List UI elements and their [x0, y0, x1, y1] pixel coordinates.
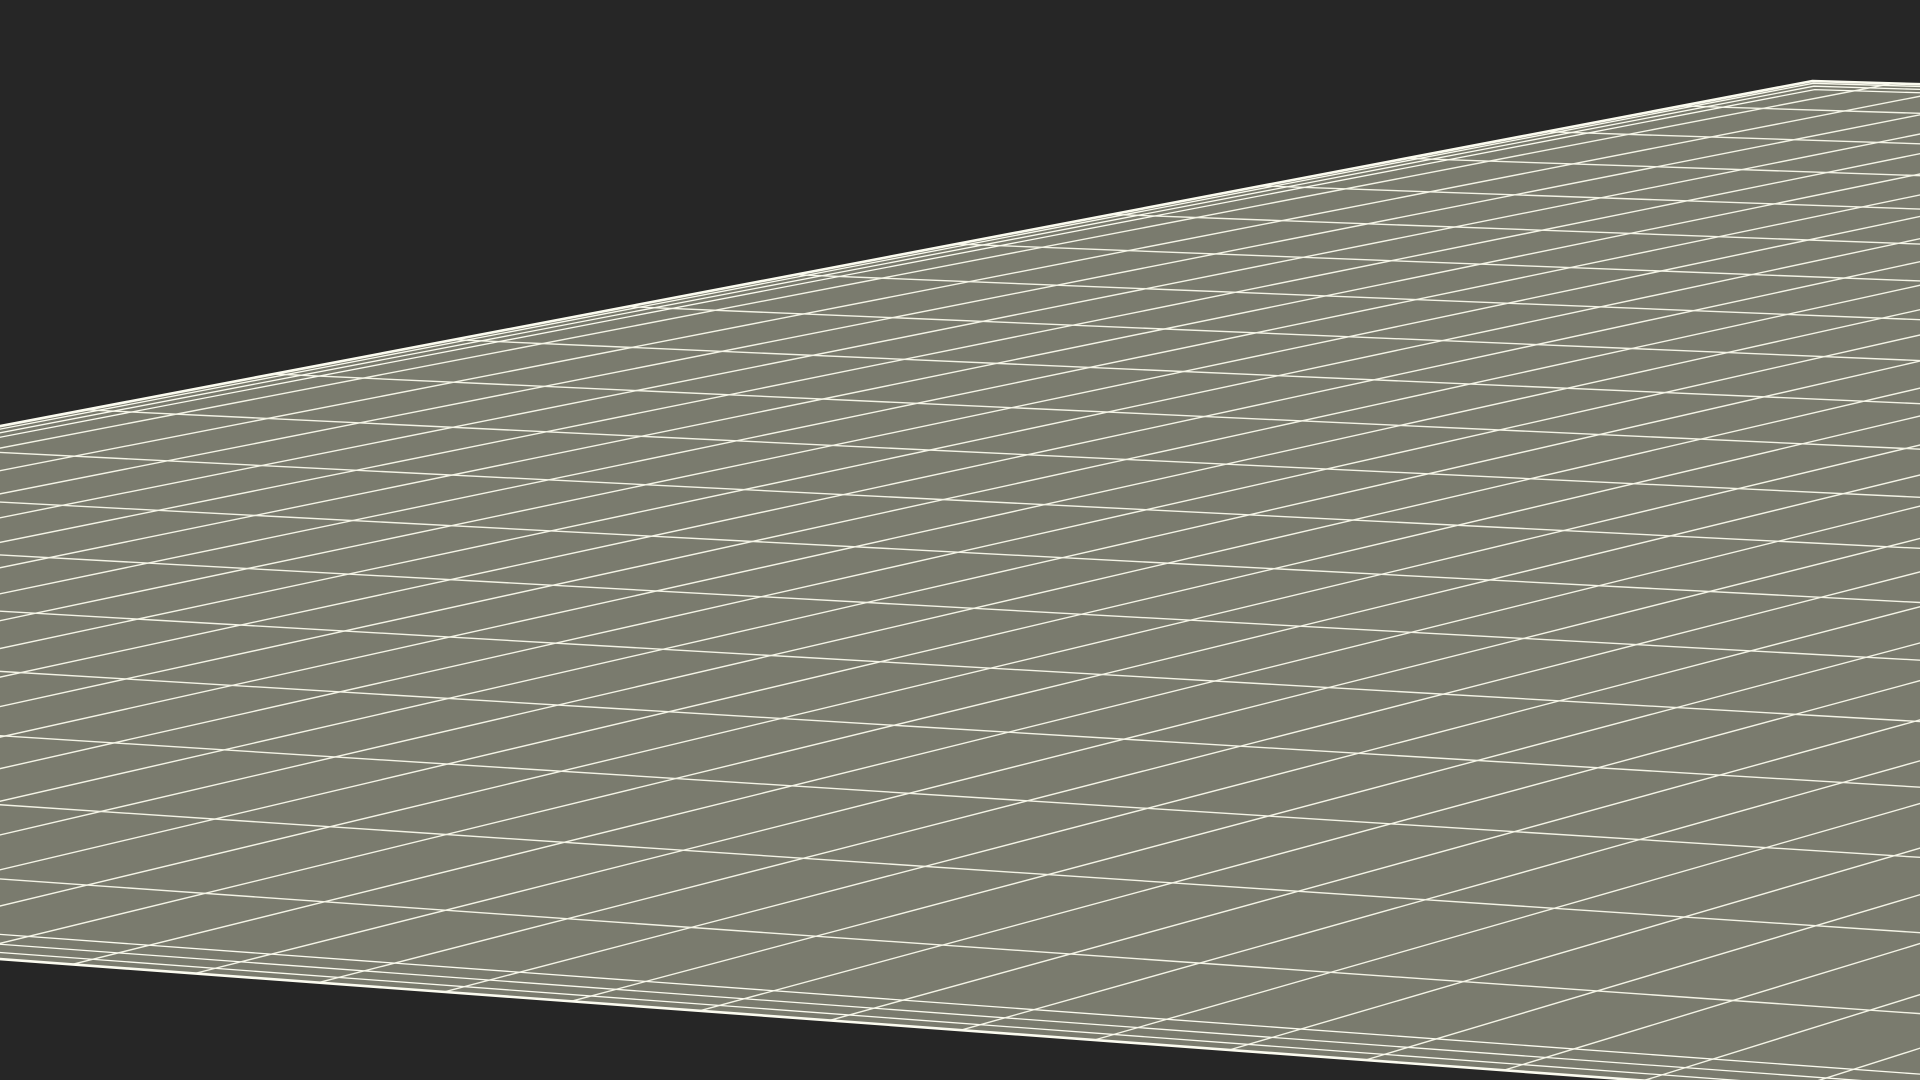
viewport-3d[interactable]	[0, 0, 1920, 1080]
wireframe-plane	[0, 0, 1920, 1080]
